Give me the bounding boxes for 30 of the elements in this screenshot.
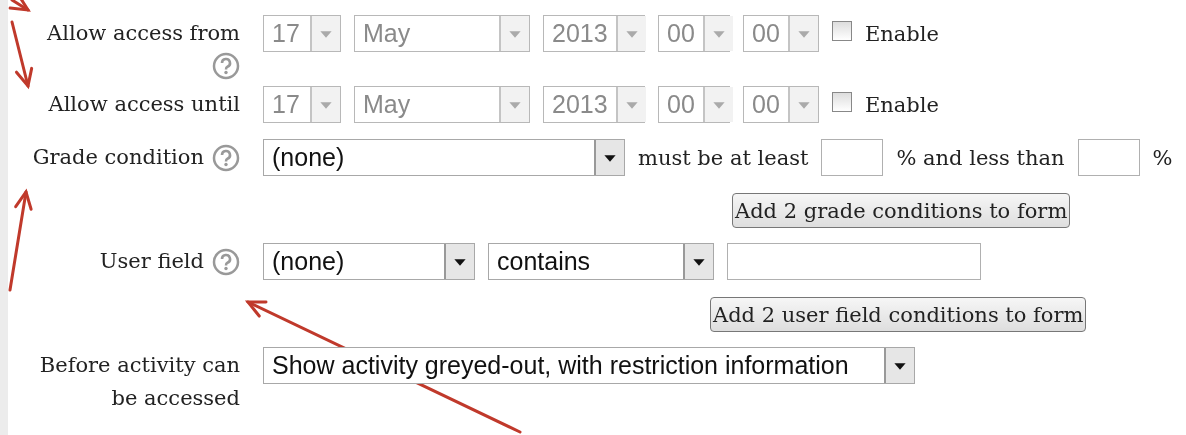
help-icon[interactable] <box>212 52 240 80</box>
caret-icon[interactable] <box>683 244 713 279</box>
dropdown[interactable]: (none) <box>263 139 625 176</box>
field-text: % and less than <box>896 145 1065 170</box>
caret-icon[interactable] <box>884 348 914 383</box>
input-field[interactable] <box>727 243 981 280</box>
annotation-arrow <box>8 0 31 12</box>
add-conditions-button[interactable]: Add 2 user field conditions to form <box>710 297 1087 332</box>
field-label: Allow access until <box>48 91 240 118</box>
checkbox[interactable] <box>832 92 852 112</box>
field-label: Before activity can be accessed <box>38 352 240 412</box>
checkbox-label: Enable <box>865 21 939 46</box>
dropdown[interactable]: Show activity greyed-out, with restriction information <box>263 347 915 384</box>
checkbox-label: Enable <box>865 92 939 117</box>
caret-icon[interactable] <box>444 244 474 279</box>
dropdown[interactable]: contains <box>488 243 714 280</box>
field-text: must be at least <box>638 145 809 170</box>
checkbox[interactable] <box>832 21 852 41</box>
caret-icon[interactable] <box>594 140 624 175</box>
field-label: User field <box>99 248 204 275</box>
add-conditions-button[interactable]: Add 2 grade conditions to form <box>732 193 1071 228</box>
dropdown[interactable]: (none) <box>263 243 475 280</box>
input-field[interactable] <box>821 139 884 176</box>
field-text: % <box>1152 145 1173 170</box>
field-label: Allow access from <box>47 20 240 47</box>
help-icon[interactable] <box>212 143 240 172</box>
annotation-arrow <box>10 20 34 90</box>
field-label: Grade condition <box>32 144 204 171</box>
input-field[interactable] <box>1077 139 1140 176</box>
help-icon[interactable] <box>212 247 240 276</box>
